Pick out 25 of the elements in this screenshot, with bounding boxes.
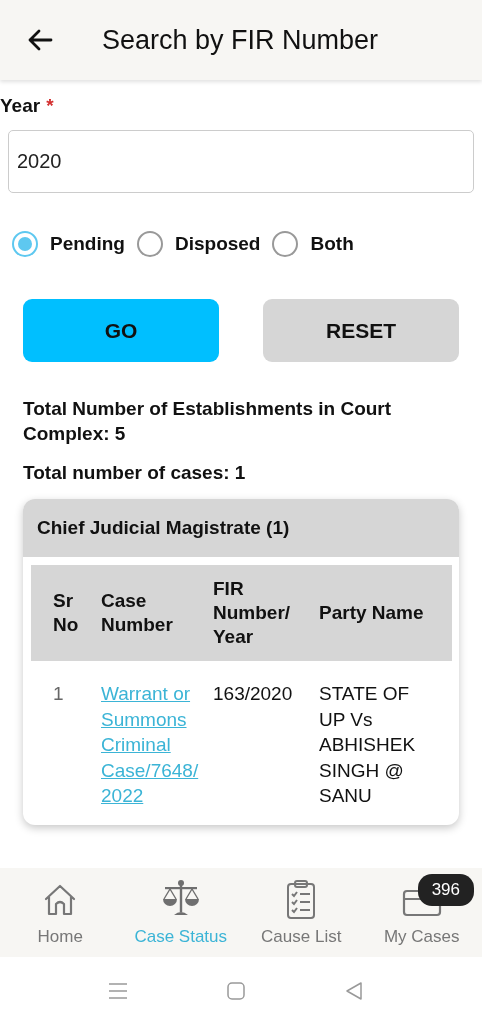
summary-text: Total Number of Establishments in Court Complex: 5 <box>23 397 393 446</box>
go-button[interactable]: GO <box>23 299 219 362</box>
table-cell: STATE OF UP Vs ABHISHEK SINGH @ SANU <box>319 661 452 817</box>
radio-option[interactable]: Both <box>272 231 354 257</box>
table-cell: 163/2020 <box>213 661 319 817</box>
table-cell: 1 <box>31 661 101 817</box>
court-title: Chief Judicial Magistrate (1) <box>23 499 459 557</box>
column-header: Party Name <box>319 565 452 661</box>
column-header: Sr No <box>31 565 101 661</box>
column-header: Case Number <box>101 565 213 661</box>
nav-tab[interactable]: My Cases 396 <box>361 868 482 957</box>
radio-option[interactable]: Pending <box>12 231 125 257</box>
nav-tab[interactable]: Cause List <box>241 868 362 957</box>
field-label: Year <box>0 95 41 117</box>
page-title: Search by FIR Number <box>102 24 379 56</box>
year-field[interactable]: 2020 <box>8 130 474 193</box>
summary-text: Total number of cases: 1 <box>23 461 247 485</box>
back-icon[interactable] <box>343 979 365 1002</box>
count-badge: 396 <box>417 874 474 906</box>
radio-option[interactable]: Disposed <box>136 231 261 257</box>
nav-tab[interactable]: Home <box>0 868 121 957</box>
required-mark: * <box>46 95 54 117</box>
column-header: FIR Number/ Year <box>213 565 319 661</box>
reset-button[interactable]: RESET <box>263 299 459 362</box>
home-button-icon[interactable] <box>225 979 247 1002</box>
